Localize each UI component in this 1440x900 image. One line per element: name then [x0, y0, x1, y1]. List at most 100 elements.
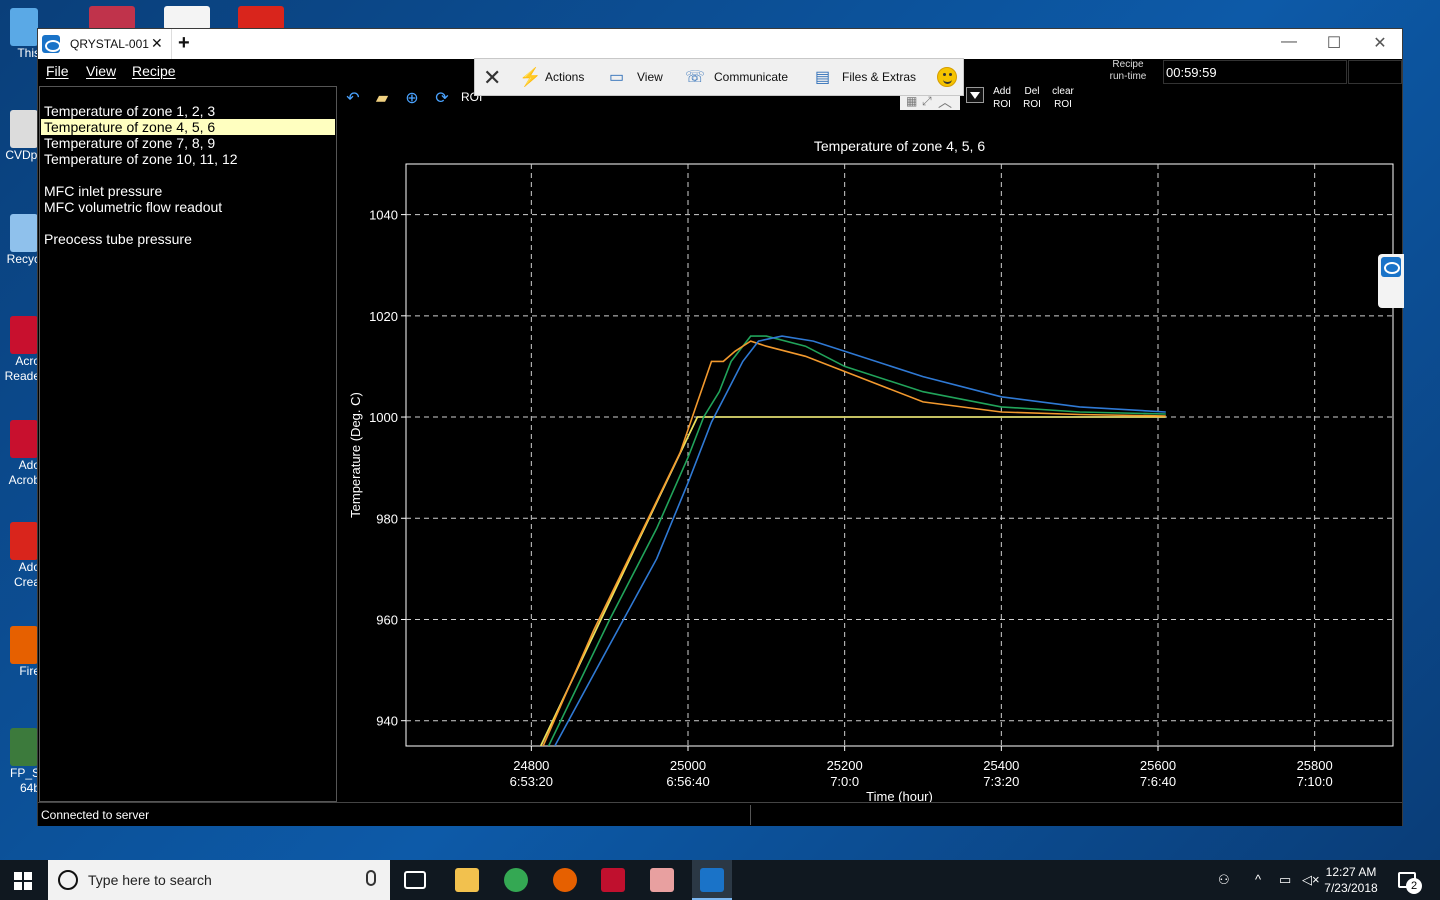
- grid-icon: ▦: [906, 94, 918, 108]
- chart-title: Temperature of zone 4, 5, 6: [814, 138, 985, 154]
- desktop-shortcut[interactable]: CVDpl: [0, 110, 40, 163]
- x-tick-label: 24800: [513, 758, 549, 773]
- x-tick-label: 25800: [1297, 758, 1333, 773]
- open-folder-icon[interactable]: ▰: [372, 88, 392, 107]
- taskbar: Type here to search ⚇ ^ ▭ ◁× 12:27 AM 7/…: [0, 860, 1440, 900]
- list-item-zone-10-11-12[interactable]: Temperature of zone 10, 11, 12: [41, 151, 335, 167]
- desktop-shortcut-label: Ado: [18, 458, 40, 472]
- x-tick-sublabel: 6:53:20: [510, 774, 553, 789]
- toolbar-communicate[interactable]: Communicate: [714, 70, 788, 84]
- desktop-shortcut[interactable]: Ado Crea: [0, 522, 40, 590]
- teamviewer-side-panel[interactable]: [1378, 254, 1404, 308]
- list-item-zone-1-2-3[interactable]: Temperature of zone 1, 2, 3: [41, 103, 335, 119]
- desktop-shortcut-icon: [10, 214, 38, 252]
- x-tick-sublabel: 6:56:40: [666, 774, 709, 789]
- y-tick-label: 960: [376, 612, 398, 627]
- list-item-tube-pressure[interactable]: Preocess tube pressure: [41, 231, 335, 247]
- status-text: Connected to server: [41, 808, 150, 822]
- desktop-shortcut-icon: [10, 626, 38, 664]
- x-tick-label: 25200: [827, 758, 863, 773]
- taskbar-search[interactable]: Type here to search: [48, 860, 390, 900]
- desktop-shortcut-label: This: [17, 46, 40, 60]
- list-item-zone-4-5-6[interactable]: Temperature of zone 4, 5, 6: [41, 119, 335, 135]
- taskbar-clock[interactable]: 12:27 AM 7/23/2018: [1318, 864, 1384, 896]
- toolbar-files-extras[interactable]: Files & Extras: [842, 70, 916, 84]
- desktop-shortcut-icon: [10, 522, 38, 560]
- undo-icon[interactable]: ↶: [343, 88, 363, 107]
- desktop-shortcut-label: Acro: [15, 354, 40, 368]
- maximize-button[interactable]: ☐: [1319, 33, 1349, 53]
- chevron-up-tray-icon[interactable]: ^: [1255, 872, 1261, 887]
- network-icon[interactable]: ▭: [1279, 872, 1291, 888]
- tab-close-icon[interactable]: ✕: [151, 35, 163, 52]
- task-view-icon[interactable]: [404, 871, 426, 889]
- list-item-mfc-flow-readout[interactable]: MFC volumetric flow readout: [41, 199, 335, 215]
- y-tick-label: 1040: [369, 208, 398, 223]
- clock-time: 12:27 AM: [1325, 865, 1377, 879]
- desktop-shortcut-icon: [10, 316, 38, 354]
- search-placeholder: Type here to search: [88, 872, 212, 888]
- desktop-shortcut-label: Crea: [13, 575, 40, 589]
- teamviewer-toolbar: ✕ ⚡ Actions ▭ View ☏ Communicate ▤ Files…: [474, 58, 964, 96]
- y-tick-label: 1020: [369, 309, 398, 324]
- refresh-icon[interactable]: ⟳: [432, 88, 452, 107]
- pdf-icon[interactable]: [238, 6, 284, 30]
- title-bar: QRYSTAL-001 ✕ + — ☐ ✕: [38, 29, 1402, 59]
- cortana-icon: [58, 870, 78, 890]
- clock-date: 7/23/2018: [1324, 881, 1378, 895]
- teamviewer-side-icon: [1381, 257, 1401, 277]
- menu-recipe[interactable]: Recipe: [132, 63, 176, 79]
- recipe-runtime-label: Recipe run-time: [1093, 59, 1163, 83]
- x-tick-sublabel: 7:10:0: [1297, 774, 1333, 789]
- desktop-shortcut[interactable]: FP_S 64b: [0, 728, 40, 796]
- teamviewer-logo-icon: [42, 35, 61, 53]
- file-explorer-icon[interactable]: [455, 868, 479, 892]
- toolbar-collapse-strip[interactable]: ▦ ⤢ ︿: [900, 94, 960, 110]
- recipe-runtime-label-line1: Recipe: [1112, 59, 1144, 70]
- toolbar-close-icon[interactable]: ✕: [483, 65, 501, 91]
- toolbar-view[interactable]: View: [637, 70, 663, 84]
- temperature-chart[interactable]: 24800 6:53:20 25000 6:56:40 25200 7:0:0 25400 7…: [338, 114, 1404, 804]
- people-icon[interactable]: ⚇: [1218, 872, 1230, 888]
- close-button[interactable]: ✕: [1365, 33, 1395, 53]
- desktop-shortcut-icon: [10, 728, 38, 766]
- microphone-icon[interactable]: [366, 870, 376, 886]
- chrome-icon[interactable]: [504, 868, 528, 892]
- zoom-icon[interactable]: ⊕: [402, 88, 422, 107]
- desktop-shortcut[interactable]: Acro Reade: [0, 316, 40, 384]
- firefox-icon[interactable]: [553, 868, 577, 892]
- list-item-zone-7-8-9[interactable]: Temperature of zone 7, 8, 9: [41, 135, 335, 151]
- desktop-shortcut[interactable]: Fire: [0, 626, 40, 679]
- menu-view[interactable]: View: [86, 63, 116, 79]
- mendeley-icon[interactable]: [601, 868, 625, 892]
- y-tick-label: 940: [376, 714, 398, 729]
- desktop-shortcut-label: Reade: [4, 369, 40, 383]
- roi-dropdown[interactable]: [966, 87, 984, 103]
- desktop-shortcut[interactable]: Recyc: [0, 214, 40, 267]
- spreadsheet-icon[interactable]: [164, 6, 210, 30]
- chevron-up-icon: ︿: [938, 94, 952, 110]
- y-tick-label: 1000: [369, 410, 398, 425]
- windows-start-icon[interactable]: [14, 872, 32, 890]
- desktop-app-icon[interactable]: [89, 6, 135, 30]
- desktop-shortcut[interactable]: This: [0, 8, 40, 61]
- y-axis-label: Temperature (Deg. C): [348, 392, 363, 518]
- x-tick-sublabel: 7:3:20: [983, 774, 1019, 789]
- session-tab[interactable]: QRYSTAL-001 ✕: [38, 29, 172, 59]
- menu-right-box: [1348, 60, 1402, 84]
- menu-file[interactable]: File: [46, 63, 69, 79]
- notification-count: 2: [1406, 878, 1422, 894]
- smiley-icon[interactable]: [937, 67, 957, 87]
- toolbar-actions[interactable]: Actions: [545, 70, 584, 84]
- minimize-button[interactable]: —: [1274, 33, 1304, 51]
- desktop-shortcut[interactable]: Ado Acrob: [0, 420, 40, 488]
- new-tab-button[interactable]: +: [178, 32, 190, 55]
- actions-icon: ⚡: [519, 67, 542, 87]
- app-icon[interactable]: [650, 868, 674, 892]
- volume-muted-icon[interactable]: ◁×: [1302, 872, 1320, 888]
- clear-roi-button[interactable]: clear ROI: [1045, 85, 1081, 111]
- desktop-shortcut-label: FP_S: [9, 766, 40, 780]
- teamviewer-taskbar-button[interactable]: [692, 860, 732, 900]
- x-tick-sublabel: 7:0:0: [830, 774, 859, 789]
- list-item-mfc-inlet-pressure[interactable]: MFC inlet pressure: [41, 183, 335, 199]
